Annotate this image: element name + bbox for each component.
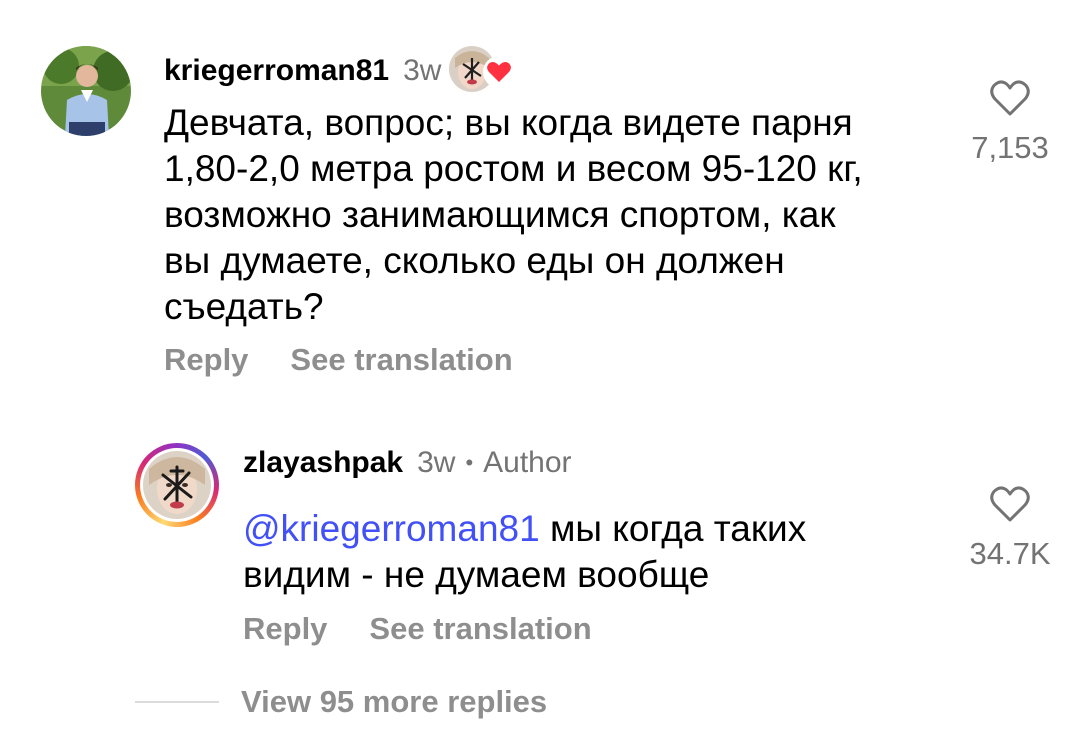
comment-text-line: съедать? [164, 286, 324, 327]
author-avatar [143, 451, 211, 519]
author-badge: Author [483, 446, 572, 479]
reply-username[interactable]: zlayashpak [243, 446, 403, 480]
like-section: 7,153 [960, 78, 1060, 166]
comment-text: Девчата, вопрос; вы когда видете парня 1… [164, 100, 863, 330]
liked-by-author-indicator [449, 46, 516, 96]
like-heart-icon[interactable] [988, 484, 1032, 524]
view-more-replies[interactable]: View 95 more replies [135, 684, 547, 720]
comment-text-line: 1,80-2,0 метра ростом и весом 95-120 кг, [164, 148, 863, 189]
like-count: 7,153 [971, 130, 1049, 165]
reply-button[interactable]: Reply [164, 342, 248, 378]
see-translation-button[interactable]: See translation [290, 342, 512, 378]
view-more-replies-label[interactable]: View 95 more replies [241, 684, 547, 720]
reply-text-first: мы когда таких [549, 508, 807, 549]
author-avatar-ring[interactable] [135, 443, 219, 527]
user-avatar[interactable] [41, 46, 131, 136]
reply-button[interactable]: Reply [243, 611, 327, 647]
reply-text: @kriegerroman81 мы когда таких видим - н… [243, 506, 806, 598]
like-count: 34.7K [969, 536, 1051, 571]
reply-time: 3w [417, 446, 456, 479]
like-heart-icon[interactable] [988, 78, 1032, 118]
reply-text-second: видим - не думаем вообще [243, 554, 710, 595]
comment-text-line: Девчата, вопрос; вы когда видете парня [164, 102, 853, 143]
comment-text-line: вы думаете, сколько еды он должен [164, 240, 785, 281]
heart-icon [483, 56, 516, 88]
comment-username[interactable]: kriegerroman81 [164, 54, 389, 88]
like-section: 34.7K [960, 484, 1060, 572]
mention-link[interactable]: @kriegerroman81 [243, 508, 540, 549]
see-translation-button[interactable]: See translation [369, 611, 591, 647]
divider-line [135, 701, 219, 703]
comment-text-line: возможно занимающимся спортом, как [164, 194, 836, 235]
comment-time: 3w [403, 54, 442, 87]
meta-separator: • [465, 450, 474, 475]
